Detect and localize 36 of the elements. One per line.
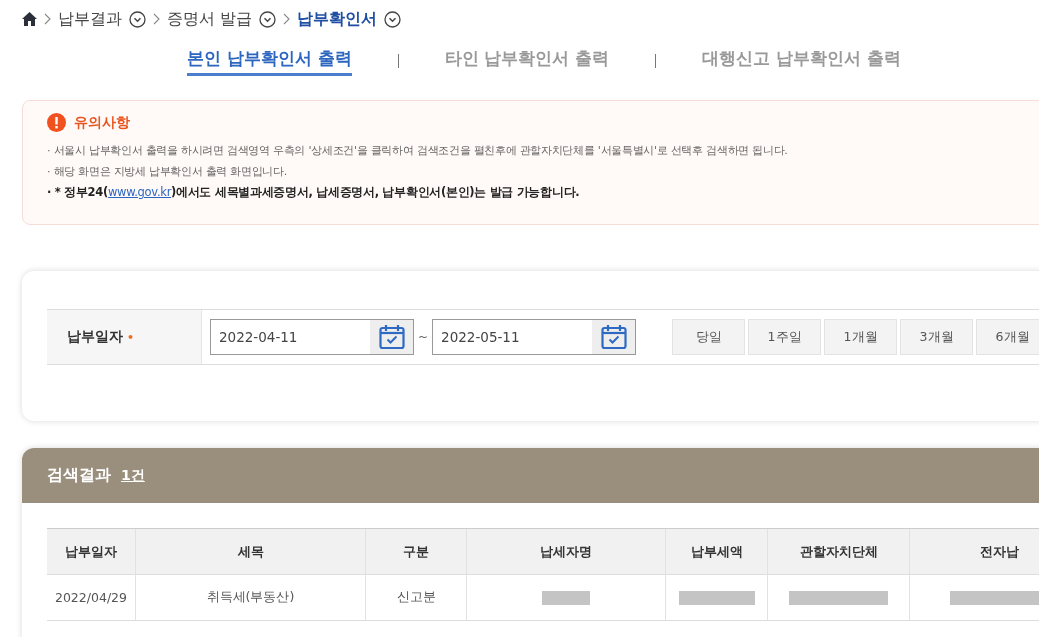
- chevron-right-icon: [283, 13, 291, 25]
- dropdown-icon[interactable]: [259, 10, 277, 28]
- notice-text: · 서울시 납부확인서 출력을 하시려면 검색영역 우측의 '상세조건'을 클릭하여 검색조건을 펼친후에 관할자치단체를 '서울특별시'로 선택후 검색하면 됩니다.: [47, 143, 789, 159]
- period-button[interactable]: 당일: [672, 319, 746, 355]
- breadcrumb-link[interactable]: 증명서 발급: [167, 8, 253, 30]
- alert-icon: [47, 113, 66, 132]
- column-header: 구분: [366, 529, 467, 574]
- chevron-right-icon: [153, 13, 160, 25]
- column-header: 전자납: [910, 529, 1039, 574]
- dropdown-icon[interactable]: [129, 10, 146, 28]
- dropdown-icon[interactable]: [384, 10, 402, 28]
- column-header: 납세자명: [467, 529, 666, 574]
- column-header: 납부세액: [666, 529, 768, 574]
- tab[interactable]: 본인 납부확인서 출력: [186, 46, 352, 76]
- column-header: 세목: [136, 529, 366, 574]
- period-button[interactable]: 1개월: [824, 319, 898, 355]
- field-label: 납부일자: [67, 328, 123, 346]
- notice-text: · * 정부24(www.gov.kr)에서도 세목별과세증명서, 납세증명서, 납부확인서(본인)는 발급 가능합니다.: [47, 184, 581, 201]
- chevron-right-icon: [44, 13, 51, 25]
- table-cell: 취득세(부동산): [206, 589, 295, 606]
- table-cell: 2022/04/29: [54, 590, 127, 605]
- period-button[interactable]: 6개월: [976, 319, 1039, 355]
- range-separator: ~: [418, 330, 429, 344]
- period-button[interactable]: 3개월: [900, 319, 974, 355]
- column-header: 납부일자: [47, 529, 136, 574]
- notice-text: · 해당 화면은 지방세 납부확인서 출력 화면입니다.: [47, 164, 289, 180]
- breadcrumb-link[interactable]: 납부확인서: [297, 8, 378, 30]
- column-header: 관할자치단체: [768, 529, 910, 574]
- breadcrumb-link[interactable]: 납부결과: [58, 8, 122, 30]
- link[interactable]: www.gov.kr: [107, 185, 172, 199]
- table-cell: 신고분: [396, 589, 436, 606]
- home-icon[interactable]: [22, 12, 37, 26]
- required-mark: •: [127, 330, 135, 344]
- period-button[interactable]: 1주일: [748, 319, 822, 355]
- notice-title: 유의사항: [74, 113, 130, 132]
- results-title: 검색결과: [47, 465, 111, 486]
